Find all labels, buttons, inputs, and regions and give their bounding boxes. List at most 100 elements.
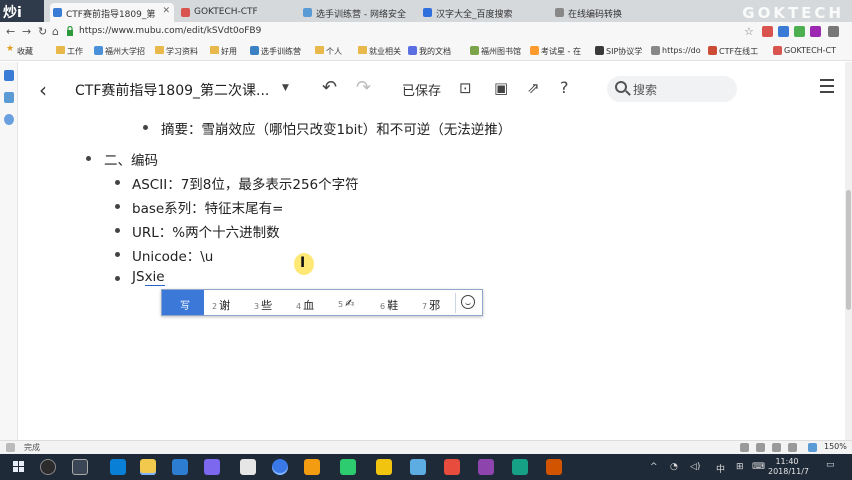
bookmark-ctf-tools[interactable]: CTF在线工 <box>708 46 758 57</box>
ime-candidate[interactable]: 2谢 <box>212 297 230 313</box>
ime-candidate-selected[interactable]: 写 <box>162 290 204 315</box>
file-explorer-icon[interactable] <box>140 459 156 475</box>
tray-chevron-icon[interactable]: ^ <box>650 462 658 472</box>
home-icon[interactable]: ⌂ <box>52 25 59 38</box>
bookmark-folder-study[interactable]: 学习资料 <box>155 46 198 57</box>
scrollbar-thumb[interactable] <box>846 190 851 310</box>
undo-icon[interactable]: ↶ <box>322 77 337 98</box>
app-icon[interactable] <box>410 459 426 475</box>
reload-icon[interactable]: ↻ <box>38 25 47 38</box>
extension-icon[interactable] <box>778 26 789 37</box>
app-icon[interactable] <box>240 459 256 475</box>
system-clock[interactable]: 11:40 2018/11/7 <box>768 457 809 477</box>
page-scrollbar[interactable] <box>845 62 852 440</box>
bookmark-folder-jobs[interactable]: 就业相关 <box>358 46 401 57</box>
windows-start-icon[interactable] <box>13 461 25 473</box>
bookmark-folder-personal[interactable]: 个人 <box>315 46 342 57</box>
app-icon[interactable] <box>304 459 320 475</box>
bookmark-https[interactable]: https://do <box>651 46 701 55</box>
outline-line[interactable]: ASCII：7到8位，最多表示256个字符 <box>132 173 359 193</box>
edge-browser-icon[interactable] <box>110 459 126 475</box>
ime-candidate[interactable]: 3些 <box>254 297 272 313</box>
outline-line[interactable]: URL：%两个十六进制数 <box>132 221 280 241</box>
bookmark-exam[interactable]: 考试星 - 在 <box>530 46 581 57</box>
volume-icon[interactable]: ◁) <box>690 462 700 472</box>
input-language[interactable]: 中 <box>716 462 725 475</box>
app-icon[interactable] <box>444 459 460 475</box>
search-input[interactable]: 搜索 <box>607 76 737 102</box>
sidebar-reading-icon[interactable] <box>4 92 14 103</box>
forward-arrow-icon[interactable]: → <box>22 25 31 38</box>
app-icon[interactable] <box>376 459 392 475</box>
outline-section-heading[interactable]: 二、编码 <box>104 149 158 169</box>
bookmark-sip[interactable]: SIP协议学 <box>595 46 642 57</box>
bullet[interactable] <box>115 180 120 185</box>
outline-line[interactable]: Unicode：\u <box>132 245 213 265</box>
bookmark-folder-useful[interactable]: 好用 <box>210 46 237 57</box>
bookmark-docs[interactable]: 我的文档 <box>408 46 451 57</box>
share-icon[interactable]: ⇗ <box>527 79 540 97</box>
app-icon[interactable] <box>512 459 528 475</box>
extension-icon[interactable] <box>794 26 805 37</box>
task-view-icon[interactable] <box>72 459 88 475</box>
keyboard-icon[interactable]: ⌨ <box>752 462 765 472</box>
bullet[interactable] <box>115 228 120 233</box>
bookmark-star-icon[interactable]: ☆ <box>744 25 754 38</box>
network-icon[interactable]: ◔ <box>670 462 678 472</box>
bookmark-folder-work[interactable]: 工作 <box>56 46 83 57</box>
bullet[interactable] <box>115 204 120 209</box>
tab-mubu[interactable]: CTF赛前指导1809_第 ✕ <box>50 3 174 22</box>
sidebar-favorites-icon[interactable] <box>4 70 14 81</box>
sidebar-history-icon[interactable] <box>4 114 14 125</box>
outline-line[interactable]: 摘要：雪崩效应（哪怕只改变1bit）和不可逆（无法逆推） <box>161 118 511 138</box>
outline-line-editing[interactable]: JSxie <box>132 269 165 286</box>
emoji-icon[interactable] <box>455 293 475 313</box>
close-tab-icon[interactable]: ✕ <box>162 6 170 16</box>
presentation-icon[interactable]: ▣ <box>494 79 508 97</box>
bullet[interactable] <box>115 252 120 257</box>
tab-training-camp[interactable]: 选手训练营 - 网络安全 <box>300 3 410 22</box>
bullet[interactable] <box>143 125 148 130</box>
status-icon[interactable] <box>772 443 781 452</box>
status-icon[interactable] <box>756 443 765 452</box>
back-arrow-icon[interactable]: ← <box>6 25 15 38</box>
extension-icon[interactable] <box>762 26 773 37</box>
status-icon[interactable] <box>740 443 749 452</box>
search-icon[interactable] <box>40 459 56 475</box>
title-dropdown-icon[interactable]: ▼ <box>282 83 289 93</box>
ime-candidate[interactable]: 4血 <box>296 297 314 313</box>
browser-menu-icon[interactable] <box>828 26 839 37</box>
wechat-icon[interactable] <box>340 459 356 475</box>
url-input[interactable]: https://www.mubu.com/edit/kSVdt0oFB9 <box>79 26 261 36</box>
back-icon[interactable]: ‹ <box>39 78 47 102</box>
help-icon[interactable]: ? <box>560 78 569 97</box>
notification-icon[interactable]: ▭ <box>826 460 835 470</box>
bookmark-favorites[interactable]: ★ 收藏 <box>6 44 33 57</box>
tab-encoding-tool[interactable]: 在线编码转换 <box>552 3 662 22</box>
bullet[interactable] <box>115 276 120 281</box>
chrome-icon[interactable] <box>272 459 288 475</box>
menu-icon[interactable] <box>820 79 834 97</box>
ime-candidate-bar[interactable]: 写 2谢 3些 4血 5 ✍ 6鞋 7邪 <box>161 289 483 316</box>
profile-avatar[interactable]: 炒i <box>0 0 44 22</box>
ime-mode-icon[interactable]: ⊞ <box>736 462 744 472</box>
mindmap-icon[interactable]: ⊡ <box>459 79 472 97</box>
app-icon[interactable] <box>478 459 494 475</box>
bookmark-goktech[interactable]: GOKTECH-CT <box>773 46 836 55</box>
app-icon[interactable] <box>204 459 220 475</box>
bookmark-library[interactable]: 福州图书馆 <box>470 46 521 57</box>
bookmark-training[interactable]: 选手训练营 <box>250 46 301 57</box>
zoom-icon[interactable] <box>808 443 817 452</box>
bookmark-fzu[interactable]: 福州大学招 <box>94 46 145 57</box>
tab-baidu-search[interactable]: 汉字大全_百度搜索 <box>420 3 542 22</box>
bullet[interactable] <box>86 156 91 161</box>
tab-goktech-ctf[interactable]: GOKTECH-CTF <box>178 3 288 22</box>
status-icon[interactable] <box>788 443 797 452</box>
ime-candidate[interactable]: 6鞋 <box>380 297 398 313</box>
outline-line[interactable]: base系列：特征末尾有= <box>132 197 284 217</box>
extension-icon[interactable] <box>810 26 821 37</box>
zoom-level[interactable]: 150% <box>824 442 847 451</box>
ime-candidate[interactable]: 7邪 <box>422 297 440 313</box>
outline-editor[interactable]: 摘要：雪崩效应（哪怕只改变1bit）和不可逆（无法逆推） 二、编码 ASCII：… <box>19 114 827 438</box>
document-title[interactable]: CTF赛前指导1809_第二次课... <box>75 80 269 100</box>
